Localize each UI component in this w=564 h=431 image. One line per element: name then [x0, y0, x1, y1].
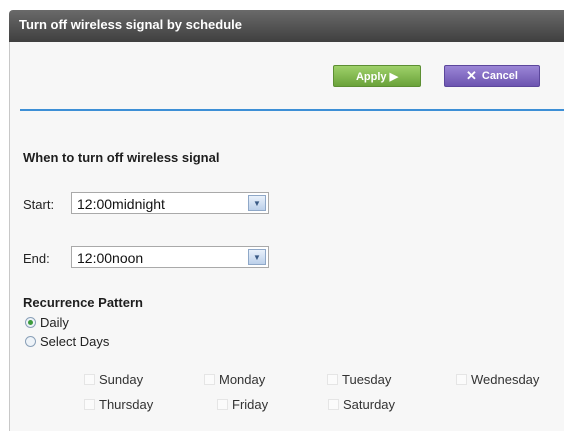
day-thursday[interactable]: Thursday: [84, 397, 153, 412]
cancel-button-label: Cancel: [481, 70, 518, 82]
day-label: Tuesday: [342, 372, 392, 387]
saturday-checkbox[interactable]: [328, 399, 339, 410]
radio-select-days-button[interactable]: [25, 336, 36, 347]
close-icon: ✕: [466, 68, 477, 83]
day-tuesday[interactable]: Tuesday: [327, 372, 391, 387]
schedule-panel: Apply ▶ ✕ Cancel When to turn off wirele…: [9, 42, 564, 431]
apply-button-label: Apply ▶: [355, 70, 399, 83]
day-saturday[interactable]: Saturday: [328, 397, 395, 412]
day-monday[interactable]: Monday: [204, 372, 265, 387]
chevron-down-icon[interactable]: ▼: [248, 249, 266, 265]
schedule-heading: When to turn off wireless signal: [23, 150, 220, 165]
start-label: Start:: [23, 197, 55, 212]
end-label: End:: [23, 251, 50, 266]
radio-select-days[interactable]: Select Days: [25, 334, 109, 349]
day-sunday[interactable]: Sunday: [84, 372, 143, 387]
monday-checkbox[interactable]: [204, 374, 215, 385]
schedule-dialog: Turn off wireless signal by schedule App…: [0, 0, 564, 431]
day-label: Thursday: [99, 397, 154, 412]
cancel-button[interactable]: ✕ Cancel: [444, 65, 540, 87]
start-time-select[interactable]: 12:00midnight ▼: [71, 192, 269, 214]
thursday-checkbox[interactable]: [84, 399, 95, 410]
wednesday-checkbox[interactable]: [456, 374, 467, 385]
radio-daily-label: Daily: [40, 315, 69, 330]
day-label: Monday: [219, 372, 266, 387]
radio-daily[interactable]: Daily: [25, 315, 69, 330]
dialog-title: Turn off wireless signal by schedule: [19, 17, 242, 32]
divider: [20, 109, 564, 111]
end-time-select[interactable]: 12:00noon ▼: [71, 246, 269, 268]
day-label: Friday: [232, 397, 269, 412]
day-friday[interactable]: Friday: [217, 397, 268, 412]
radio-daily-button[interactable]: [25, 317, 36, 328]
sunday-checkbox[interactable]: [84, 374, 95, 385]
apply-button[interactable]: Apply ▶: [333, 65, 421, 87]
radio-select-days-label: Select Days: [40, 334, 110, 349]
day-label: Wednesday: [471, 372, 540, 387]
day-label: Saturday: [343, 397, 396, 412]
day-label: Sunday: [99, 372, 144, 387]
end-time-value: 12:00noon: [77, 250, 144, 266]
tuesday-checkbox[interactable]: [327, 374, 338, 385]
friday-checkbox[interactable]: [217, 399, 228, 410]
title-bar: Turn off wireless signal by schedule: [9, 10, 564, 42]
chevron-down-icon[interactable]: ▼: [248, 195, 266, 211]
day-wednesday[interactable]: Wednesday: [456, 372, 539, 387]
recurrence-heading: Recurrence Pattern: [23, 295, 143, 310]
start-time-value: 12:00midnight: [77, 196, 165, 212]
